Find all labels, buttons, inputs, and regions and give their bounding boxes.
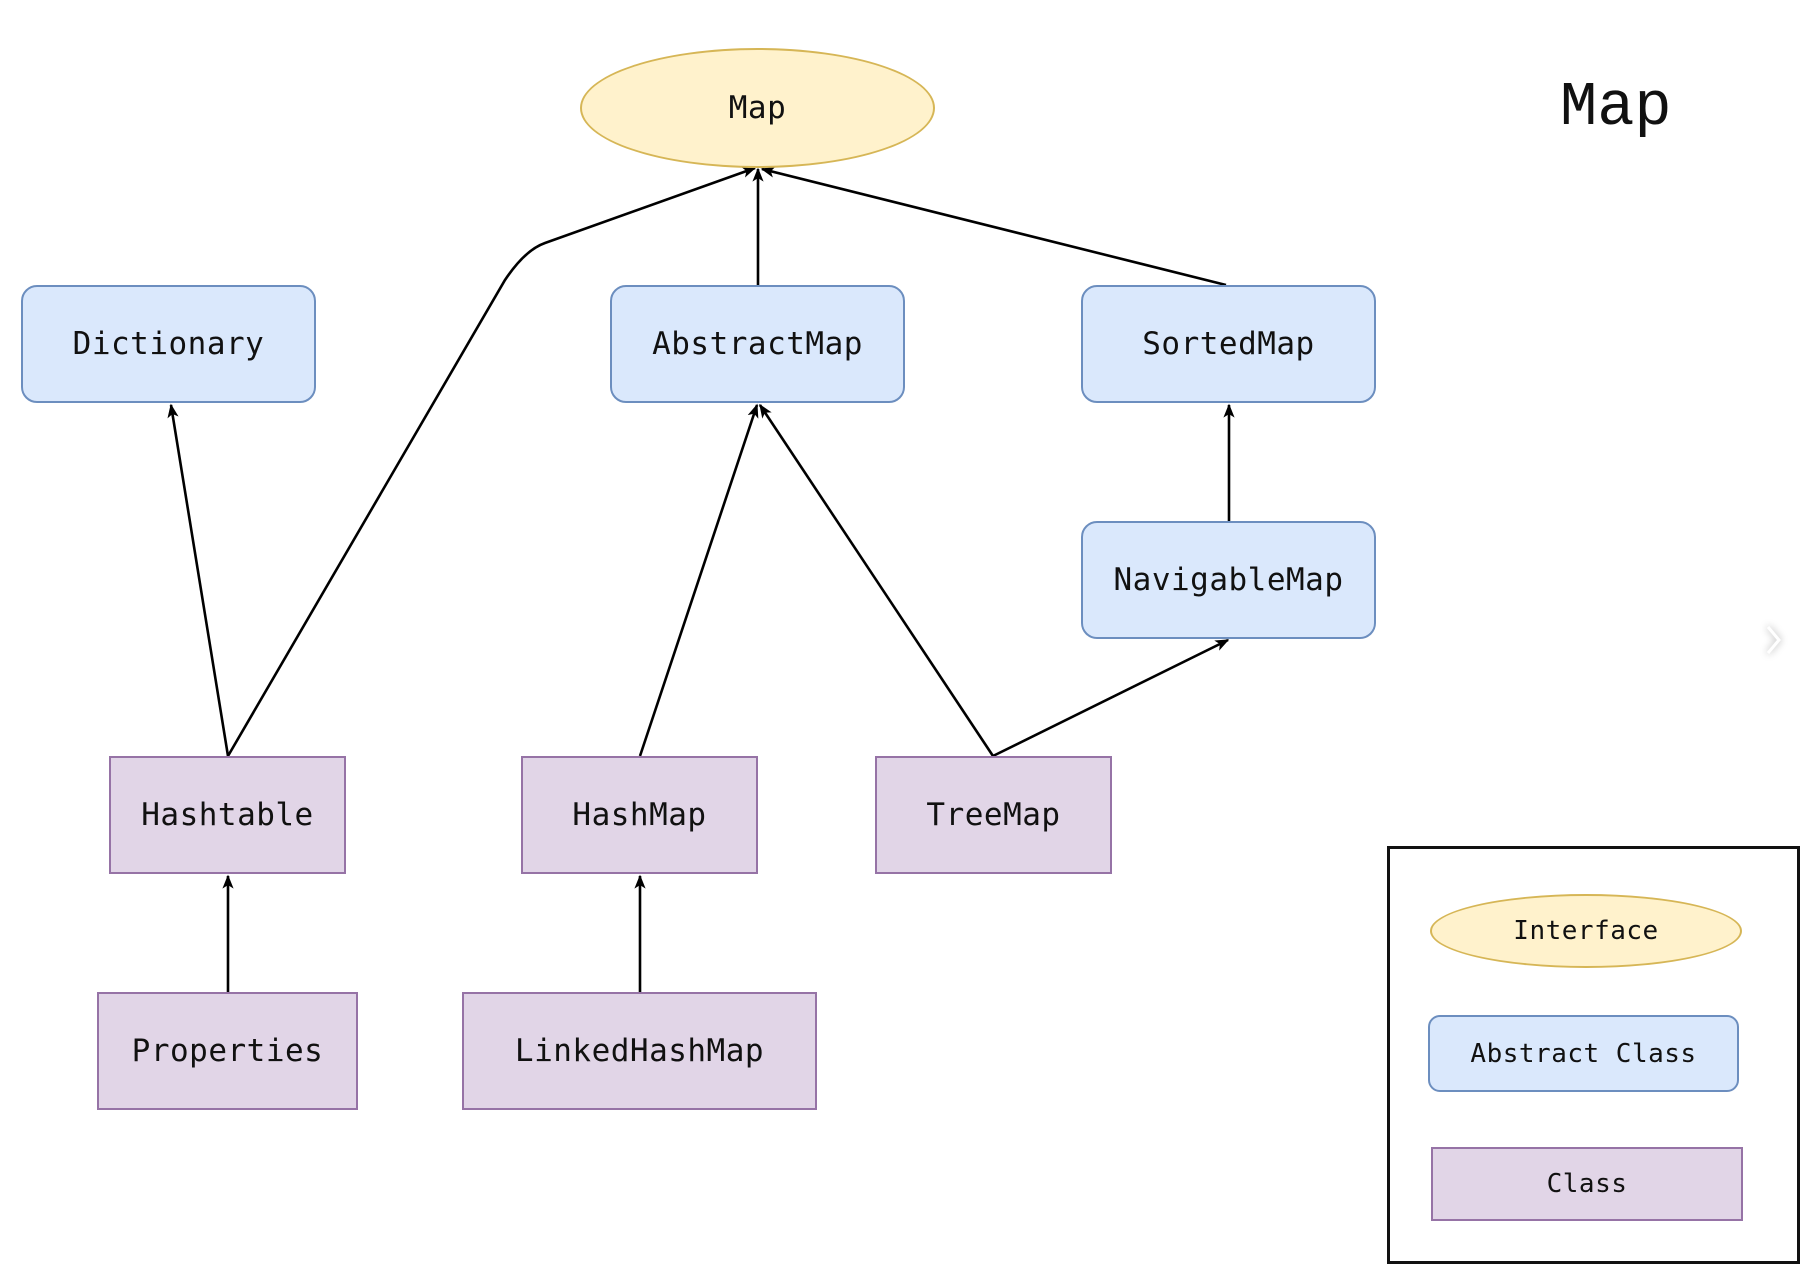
edge-sortedmap-to-map xyxy=(760,166,1227,287)
legend-abstract-class: Abstract Class xyxy=(1428,1015,1739,1092)
node-hashtable[interactable]: Hashtable xyxy=(109,756,346,874)
node-linkedhashmap[interactable]: LinkedHashMap xyxy=(462,992,817,1110)
node-label: Hashtable xyxy=(141,797,314,833)
node-navigablemap[interactable]: NavigableMap xyxy=(1081,521,1376,639)
node-label: AbstractMap xyxy=(652,326,863,362)
node-map[interactable]: Map xyxy=(580,48,935,168)
node-label: NavigableMap xyxy=(1113,562,1344,598)
legend-label: Abstract Class xyxy=(1470,1038,1697,1069)
node-abstractmap[interactable]: AbstractMap xyxy=(610,285,905,403)
node-dictionary[interactable]: Dictionary xyxy=(21,285,316,403)
edge-hashmap-to-abstractmap xyxy=(638,403,759,757)
node-label: SortedMap xyxy=(1142,326,1315,362)
node-hashmap[interactable]: HashMap xyxy=(521,756,758,874)
legend-label: Interface xyxy=(1513,916,1659,946)
edge-hashtable-to-map xyxy=(226,166,757,757)
node-label: Dictionary xyxy=(72,326,265,362)
node-label: HashMap xyxy=(572,797,707,833)
node-label: TreeMap xyxy=(926,797,1061,833)
next-slide-button[interactable] xyxy=(1760,620,1788,660)
diagram-canvas: Map Dictionary AbstractMap SortedMap Nav… xyxy=(0,0,1815,1278)
diagram-title: Map xyxy=(1560,72,1672,143)
node-properties[interactable]: Properties xyxy=(97,992,358,1110)
node-sortedmap[interactable]: SortedMap xyxy=(1081,285,1376,403)
edge-hashtable-to-dictionary xyxy=(167,403,230,757)
legend-label: Class xyxy=(1546,1169,1628,1199)
edge-treemap-to-navigablemap xyxy=(992,638,1230,758)
legend-interface: Interface xyxy=(1430,894,1742,968)
legend-class: Class xyxy=(1431,1147,1743,1221)
node-label: Map xyxy=(728,90,787,126)
node-label: LinkedHashMap xyxy=(514,1033,765,1069)
legend: Interface Abstract Class Class xyxy=(1387,846,1800,1264)
node-label: Properties xyxy=(131,1033,324,1069)
node-treemap[interactable]: TreeMap xyxy=(875,756,1112,874)
edge-treemap-to-abstractmap xyxy=(758,403,995,757)
chevron-right-icon xyxy=(1766,626,1781,654)
